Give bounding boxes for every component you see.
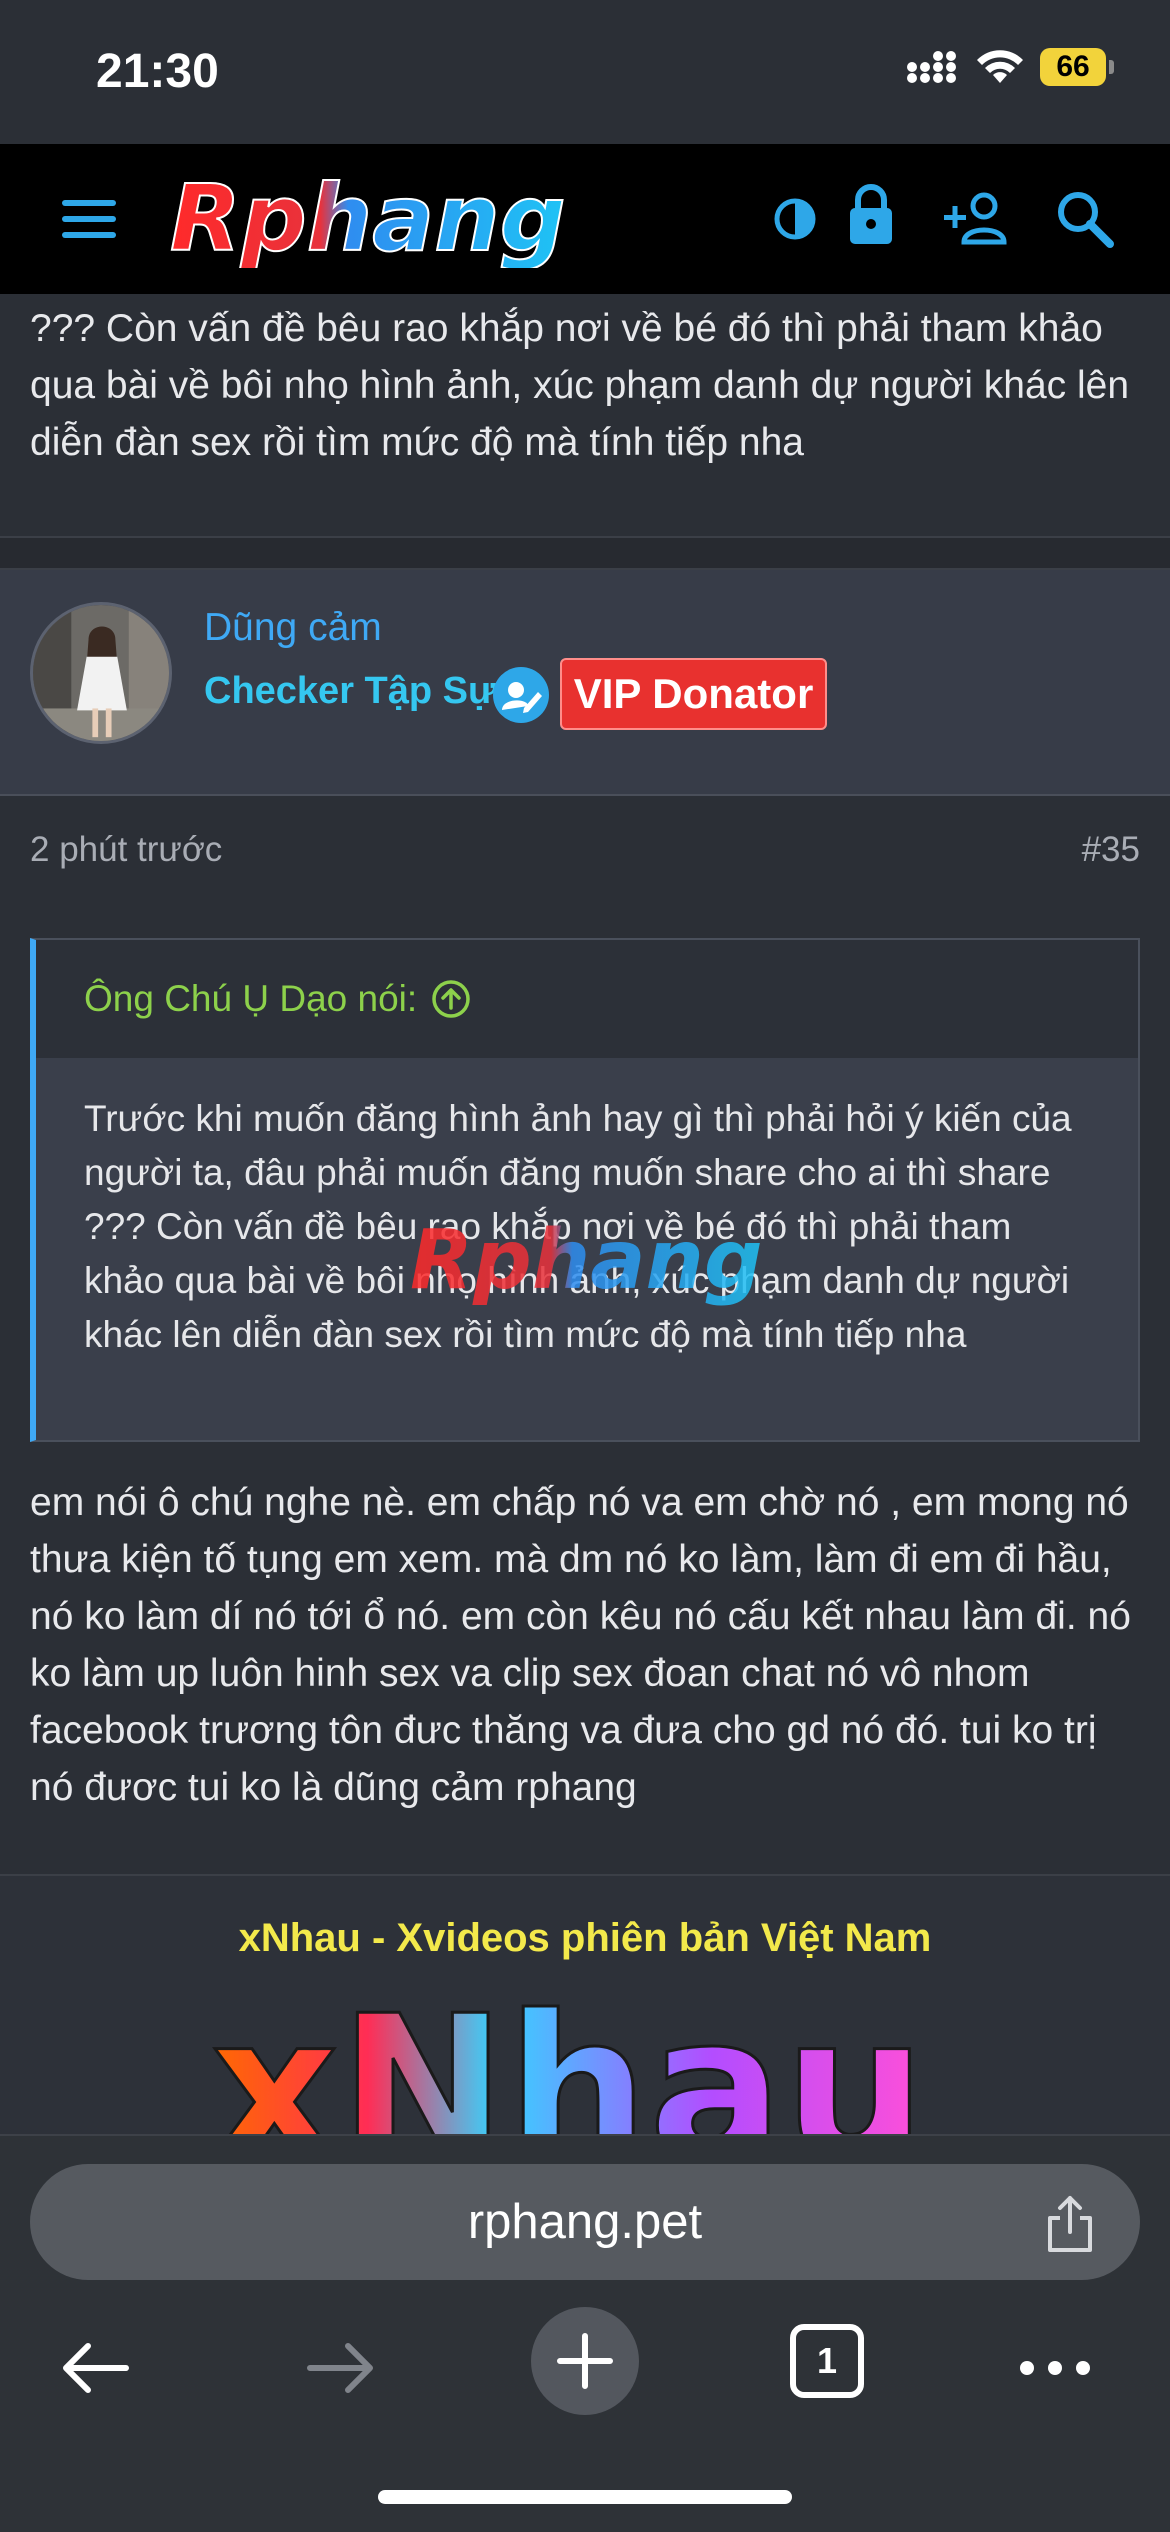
post-time[interactable]: 2 phút trước (30, 830, 222, 870)
search-icon[interactable] (1050, 184, 1120, 254)
vip-donator-badge: VIP Donator (560, 658, 827, 730)
watermark-text: Rphang (410, 1213, 763, 1308)
post-divider (0, 536, 1170, 570)
tabs-count-button[interactable]: 1 (790, 2324, 864, 2398)
browser-toolbar: rphang.pet 1 (0, 2134, 1170, 2532)
site-header: Rphang (0, 144, 1170, 294)
quote-block: Ông Chú Ụ Dạo nói: Trước khi muốn đăng h… (30, 938, 1140, 1442)
share-icon[interactable] (1040, 2192, 1100, 2256)
quote-author[interactable]: Ông Chú Ụ Dạo nói: (84, 978, 417, 1020)
ad-logo[interactable]: xNhau (210, 1968, 970, 2135)
battery-level: 66 (1040, 48, 1106, 86)
battery-tip (1109, 60, 1114, 74)
ad-logo-text: xNhau (210, 1973, 926, 2134)
forward-arrow-icon[interactable] (300, 2328, 380, 2408)
previous-post-text: ??? Còn vấn đề bêu rao khắp nơi về bé đó… (30, 307, 1130, 464)
quote-header[interactable]: Ông Chú Ụ Dạo nói: (36, 940, 1138, 1058)
author-block: Dũng cảm Checker Tập Sự VIP Donator (0, 570, 1170, 796)
back-arrow-icon[interactable] (56, 2328, 136, 2408)
theme-toggle-icon[interactable] (760, 184, 830, 254)
home-indicator[interactable] (378, 2490, 792, 2504)
site-logo[interactable]: Rphang (162, 168, 722, 268)
status-time: 21:30 (96, 45, 219, 98)
more-options-icon[interactable] (1010, 2328, 1100, 2408)
address-bar[interactable]: rphang.pet (30, 2164, 1140, 2280)
battery-indicator: 66 (1040, 48, 1114, 86)
lock-icon[interactable] (836, 178, 906, 248)
verified-checker-icon (493, 667, 549, 723)
wifi-icon (977, 50, 1023, 83)
logo-text: Rphang (170, 168, 566, 268)
avatar[interactable] (30, 602, 172, 744)
author-title: Checker Tập Sự (204, 670, 496, 712)
add-user-icon[interactable] (942, 184, 1012, 254)
post-number[interactable]: #35 (1082, 830, 1140, 870)
menu-icon[interactable] (58, 194, 122, 244)
ad-banner[interactable]: xNhau - Xvideos phiên bản Việt Nam xNhau (0, 1876, 1170, 2134)
ad-title[interactable]: xNhau - Xvideos phiên bản Việt Nam (0, 1916, 1170, 1961)
status-icons: 66 (906, 48, 1114, 86)
url-text[interactable]: rphang.pet (30, 2164, 1140, 2280)
status-bar: 21:30 66 (0, 0, 1170, 144)
author-name[interactable]: Dũng cảm (204, 606, 382, 650)
watermark-logo: Rphang (410, 1213, 763, 1308)
reply-text: em nói ô chú nghe nè. em chấp nó va em c… (30, 1481, 1131, 1809)
arrow-up-circle-icon[interactable] (431, 979, 471, 1019)
cellular-signal-icon (907, 51, 956, 83)
new-tab-plus-icon[interactable] (530, 2306, 640, 2416)
